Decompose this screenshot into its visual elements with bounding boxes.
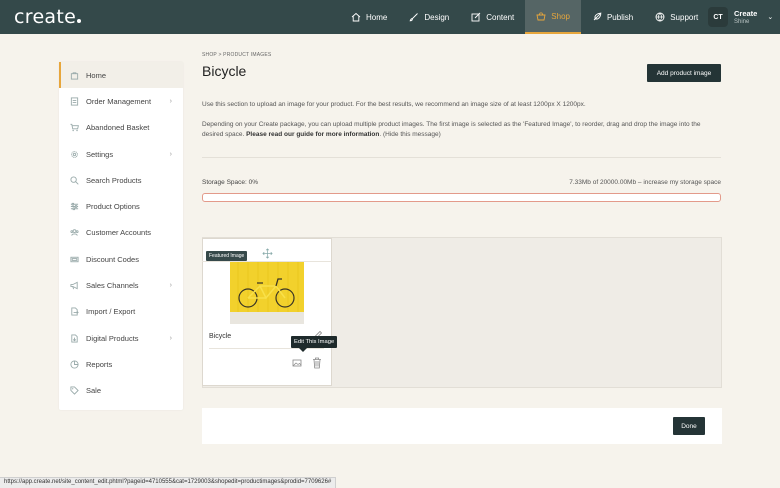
search-icon xyxy=(70,176,79,185)
nav-design[interactable]: Design xyxy=(398,0,460,34)
sidebar-item-label: Product Options xyxy=(86,202,140,212)
sidebar-item-label: Search Products xyxy=(86,175,142,185)
image-name: Bicycle xyxy=(209,333,232,340)
main-nav: Home Design Content Shop Publish Support xyxy=(340,0,709,34)
chart-icon xyxy=(70,360,79,369)
sidebar-item-label: Import / Export xyxy=(86,307,136,317)
sidebar-item-reports[interactable]: Reports xyxy=(59,351,183,377)
avatar: CT xyxy=(708,7,728,27)
info-message: Depending on your Create package, you ca… xyxy=(202,121,701,138)
nav-publish[interactable]: Publish xyxy=(581,0,644,34)
nav-support-label: Support xyxy=(670,12,699,22)
basket-icon xyxy=(536,12,546,21)
storage-progress-bar xyxy=(202,193,721,202)
cart-icon xyxy=(70,124,79,132)
sidebar-item-label: Customer Accounts xyxy=(86,228,152,238)
browser-status-url: https://app.create.net/site_content_edit… xyxy=(0,477,337,488)
sidebar-item-home[interactable]: Home xyxy=(59,62,183,89)
sidebar-item-abandoned-basket[interactable]: Abandoned Basket xyxy=(59,115,183,141)
edit-image-tooltip: Edit This Image xyxy=(291,336,338,352)
gear-icon xyxy=(71,150,78,158)
chevron-right-icon: › xyxy=(169,282,172,290)
globe-icon xyxy=(655,12,665,22)
sidebar-item-import-export[interactable]: Import / Export xyxy=(59,299,183,325)
user-subtitle: Shine xyxy=(734,18,750,25)
chevron-down-icon: ⌄ xyxy=(767,14,774,21)
sidebar-item-search-products[interactable]: Search Products xyxy=(59,167,183,193)
edit-icon xyxy=(471,12,481,22)
nav-home[interactable]: Home xyxy=(340,0,398,34)
sidebar-item-product-options[interactable]: Product Options xyxy=(59,193,183,219)
storage-label: Storage Space: 0% xyxy=(202,179,259,186)
nav-support[interactable]: Support xyxy=(644,0,709,34)
shop-sidebar: Home Order Management › Abandoned Basket… xyxy=(59,62,183,410)
top-navigation-bar: create Home Design Content Shop Publish … xyxy=(0,0,780,34)
create-logo[interactable]: create xyxy=(14,6,82,28)
sidebar-item-label: Settings xyxy=(86,149,114,159)
sidebar-item-digital-products[interactable]: Digital Products › xyxy=(59,325,183,351)
intro-text: Use this section to upload an image for … xyxy=(202,101,586,108)
breadcrumb[interactable]: SHOP > PRODUCT IMAGES xyxy=(202,52,271,58)
sidebar-item-sales-channels[interactable]: Sales Channels › xyxy=(59,272,183,298)
sidebar-item-order-management[interactable]: Order Management › xyxy=(59,88,183,114)
hide-message-link[interactable]: (Hide this message) xyxy=(383,131,441,138)
ticket-icon xyxy=(70,256,79,262)
sidebar-item-settings[interactable]: Settings › xyxy=(59,141,183,167)
user-menu[interactable]: CT Create Shine ⌄ xyxy=(708,7,773,27)
sidebar-item-customer-accounts[interactable]: Customer Accounts xyxy=(59,220,183,246)
bicycle-photo xyxy=(230,262,304,324)
move-icon[interactable] xyxy=(262,248,273,259)
chevron-right-icon: › xyxy=(169,97,172,105)
megaphone-icon xyxy=(70,281,78,290)
nav-content-label: Content xyxy=(486,12,515,22)
logo-text: create xyxy=(14,6,77,28)
bag-icon xyxy=(70,71,79,80)
nav-design-label: Design xyxy=(424,12,450,22)
featured-image-badge: Featured Image xyxy=(206,251,248,261)
chevron-right-icon: › xyxy=(169,150,172,158)
import-icon xyxy=(71,307,79,316)
users-icon xyxy=(70,229,79,237)
add-product-image-button[interactable]: Add product image xyxy=(647,64,721,82)
sidebar-item-label: Abandoned Basket xyxy=(86,123,150,133)
sidebar-item-label: Discount Codes xyxy=(86,254,139,264)
tag-icon xyxy=(70,386,79,395)
trash-icon[interactable] xyxy=(312,357,322,369)
chevron-right-icon: › xyxy=(169,334,172,342)
done-button[interactable]: Done xyxy=(673,417,705,435)
sidebar-item-label: Order Management xyxy=(86,96,152,106)
sidebar-item-label: Digital Products xyxy=(86,333,139,343)
nav-home-label: Home xyxy=(366,12,388,22)
nav-publish-label: Publish xyxy=(606,12,634,22)
image-icon[interactable] xyxy=(292,358,302,368)
sidebar-item-label: Sales Channels xyxy=(86,281,139,291)
divider xyxy=(202,157,721,158)
sidebar-item-sale[interactable]: Sale xyxy=(59,378,183,404)
sidebar-item-label: Home xyxy=(86,70,107,80)
rocket-icon xyxy=(593,12,602,21)
sidebar-item-label: Reports xyxy=(86,359,113,369)
user-name: Create xyxy=(734,8,758,18)
sidebar-item-discount-codes[interactable]: Discount Codes xyxy=(59,246,183,272)
nav-shop[interactable]: Shop xyxy=(525,0,581,34)
guide-link[interactable]: Please read our guide for more informati… xyxy=(246,131,379,138)
form-footer xyxy=(202,408,722,444)
orders-icon xyxy=(70,97,79,106)
download-icon xyxy=(71,334,78,343)
brush-icon xyxy=(409,13,419,22)
sliders-icon xyxy=(70,203,79,211)
home-icon xyxy=(351,12,361,22)
nav-content[interactable]: Content xyxy=(460,0,525,34)
page-title: Bicycle xyxy=(202,63,247,79)
nav-shop-label: Shop xyxy=(551,11,570,21)
sidebar-item-label: Sale xyxy=(86,386,102,396)
storage-detail[interactable]: 7.33Mb of 20000.00Mb – increase my stora… xyxy=(569,179,721,186)
